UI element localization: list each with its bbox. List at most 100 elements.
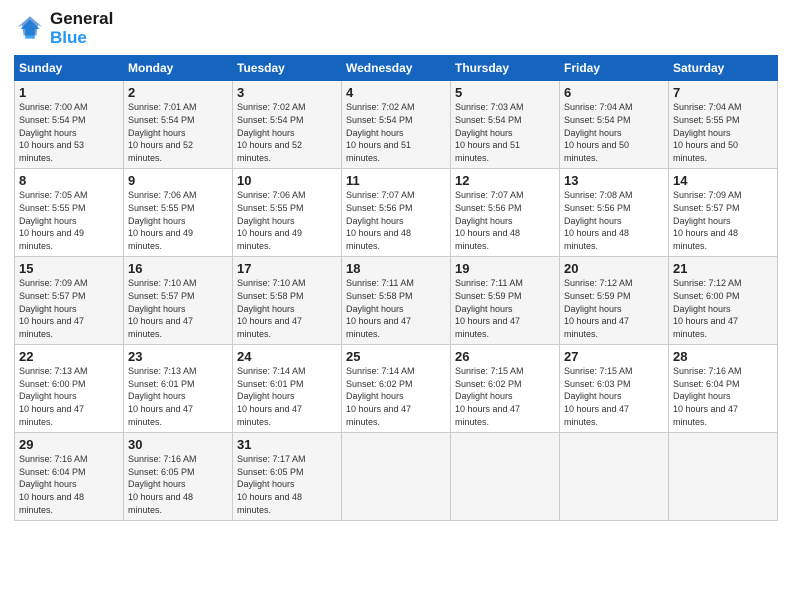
- logo-text: General Blue: [50, 10, 113, 47]
- calendar-empty: [560, 433, 669, 521]
- day-number: 25: [346, 349, 446, 364]
- day-number: 23: [128, 349, 228, 364]
- day-info: Sunrise: 7:11 AMSunset: 5:58 PMDaylight …: [346, 277, 446, 340]
- day-info: Sunrise: 7:15 AMSunset: 6:03 PMDaylight …: [564, 365, 664, 428]
- day-number: 29: [19, 437, 119, 452]
- day-number: 8: [19, 173, 119, 188]
- day-info: Sunrise: 7:13 AMSunset: 6:01 PMDaylight …: [128, 365, 228, 428]
- day-info: Sunrise: 7:12 AMSunset: 6:00 PMDaylight …: [673, 277, 773, 340]
- logo-icon: [14, 13, 46, 45]
- day-number: 3: [237, 85, 337, 100]
- day-info: Sunrise: 7:10 AMSunset: 5:57 PMDaylight …: [128, 277, 228, 340]
- calendar-row: 22Sunrise: 7:13 AMSunset: 6:00 PMDayligh…: [15, 345, 778, 433]
- day-number: 12: [455, 173, 555, 188]
- day-info: Sunrise: 7:07 AMSunset: 5:56 PMDaylight …: [346, 189, 446, 252]
- calendar-day: 13Sunrise: 7:08 AMSunset: 5:56 PMDayligh…: [560, 169, 669, 257]
- calendar-empty: [342, 433, 451, 521]
- day-number: 26: [455, 349, 555, 364]
- calendar-day: 31Sunrise: 7:17 AMSunset: 6:05 PMDayligh…: [233, 433, 342, 521]
- calendar-day: 2Sunrise: 7:01 AMSunset: 5:54 PMDaylight…: [124, 81, 233, 169]
- day-number: 30: [128, 437, 228, 452]
- calendar-day: 4Sunrise: 7:02 AMSunset: 5:54 PMDaylight…: [342, 81, 451, 169]
- day-info: Sunrise: 7:01 AMSunset: 5:54 PMDaylight …: [128, 101, 228, 164]
- day-info: Sunrise: 7:09 AMSunset: 5:57 PMDaylight …: [673, 189, 773, 252]
- calendar-day: 11Sunrise: 7:07 AMSunset: 5:56 PMDayligh…: [342, 169, 451, 257]
- day-number: 22: [19, 349, 119, 364]
- day-info: Sunrise: 7:08 AMSunset: 5:56 PMDaylight …: [564, 189, 664, 252]
- calendar-day: 29Sunrise: 7:16 AMSunset: 6:04 PMDayligh…: [15, 433, 124, 521]
- day-number: 27: [564, 349, 664, 364]
- calendar-day: 17Sunrise: 7:10 AMSunset: 5:58 PMDayligh…: [233, 257, 342, 345]
- calendar-day: 20Sunrise: 7:12 AMSunset: 5:59 PMDayligh…: [560, 257, 669, 345]
- calendar-day: 27Sunrise: 7:15 AMSunset: 6:03 PMDayligh…: [560, 345, 669, 433]
- day-info: Sunrise: 7:16 AMSunset: 6:04 PMDaylight …: [19, 453, 119, 516]
- day-info: Sunrise: 7:05 AMSunset: 5:55 PMDaylight …: [19, 189, 119, 252]
- day-number: 21: [673, 261, 773, 276]
- day-info: Sunrise: 7:09 AMSunset: 5:57 PMDaylight …: [19, 277, 119, 340]
- day-info: Sunrise: 7:10 AMSunset: 5:58 PMDaylight …: [237, 277, 337, 340]
- weekday-header: Thursday: [451, 56, 560, 81]
- calendar-row: 29Sunrise: 7:16 AMSunset: 6:04 PMDayligh…: [15, 433, 778, 521]
- calendar-day: 18Sunrise: 7:11 AMSunset: 5:58 PMDayligh…: [342, 257, 451, 345]
- day-number: 14: [673, 173, 773, 188]
- calendar-empty: [451, 433, 560, 521]
- calendar-day: 8Sunrise: 7:05 AMSunset: 5:55 PMDaylight…: [15, 169, 124, 257]
- weekday-header: Friday: [560, 56, 669, 81]
- day-number: 16: [128, 261, 228, 276]
- day-number: 28: [673, 349, 773, 364]
- day-number: 13: [564, 173, 664, 188]
- calendar-header: SundayMondayTuesdayWednesdayThursdayFrid…: [15, 56, 778, 81]
- calendar-row: 8Sunrise: 7:05 AMSunset: 5:55 PMDaylight…: [15, 169, 778, 257]
- day-number: 31: [237, 437, 337, 452]
- calendar-empty: [669, 433, 778, 521]
- page-header: General Blue: [14, 10, 778, 47]
- day-number: 6: [564, 85, 664, 100]
- calendar-day: 21Sunrise: 7:12 AMSunset: 6:00 PMDayligh…: [669, 257, 778, 345]
- day-info: Sunrise: 7:15 AMSunset: 6:02 PMDaylight …: [455, 365, 555, 428]
- calendar-day: 23Sunrise: 7:13 AMSunset: 6:01 PMDayligh…: [124, 345, 233, 433]
- calendar-day: 9Sunrise: 7:06 AMSunset: 5:55 PMDaylight…: [124, 169, 233, 257]
- day-info: Sunrise: 7:06 AMSunset: 5:55 PMDaylight …: [128, 189, 228, 252]
- day-info: Sunrise: 7:07 AMSunset: 5:56 PMDaylight …: [455, 189, 555, 252]
- day-info: Sunrise: 7:14 AMSunset: 6:01 PMDaylight …: [237, 365, 337, 428]
- day-info: Sunrise: 7:16 AMSunset: 6:04 PMDaylight …: [673, 365, 773, 428]
- day-info: Sunrise: 7:17 AMSunset: 6:05 PMDaylight …: [237, 453, 337, 516]
- calendar-day: 10Sunrise: 7:06 AMSunset: 5:55 PMDayligh…: [233, 169, 342, 257]
- calendar-day: 1Sunrise: 7:00 AMSunset: 5:54 PMDaylight…: [15, 81, 124, 169]
- calendar-day: 24Sunrise: 7:14 AMSunset: 6:01 PMDayligh…: [233, 345, 342, 433]
- day-number: 24: [237, 349, 337, 364]
- calendar-day: 28Sunrise: 7:16 AMSunset: 6:04 PMDayligh…: [669, 345, 778, 433]
- calendar-day: 5Sunrise: 7:03 AMSunset: 5:54 PMDaylight…: [451, 81, 560, 169]
- calendar-table: SundayMondayTuesdayWednesdayThursdayFrid…: [14, 55, 778, 521]
- calendar-day: 12Sunrise: 7:07 AMSunset: 5:56 PMDayligh…: [451, 169, 560, 257]
- day-info: Sunrise: 7:02 AMSunset: 5:54 PMDaylight …: [346, 101, 446, 164]
- day-info: Sunrise: 7:14 AMSunset: 6:02 PMDaylight …: [346, 365, 446, 428]
- day-info: Sunrise: 7:13 AMSunset: 6:00 PMDaylight …: [19, 365, 119, 428]
- calendar-day: 3Sunrise: 7:02 AMSunset: 5:54 PMDaylight…: [233, 81, 342, 169]
- day-number: 1: [19, 85, 119, 100]
- day-info: Sunrise: 7:11 AMSunset: 5:59 PMDaylight …: [455, 277, 555, 340]
- day-number: 20: [564, 261, 664, 276]
- weekday-header: Saturday: [669, 56, 778, 81]
- day-number: 10: [237, 173, 337, 188]
- calendar-row: 1Sunrise: 7:00 AMSunset: 5:54 PMDaylight…: [15, 81, 778, 169]
- calendar-day: 19Sunrise: 7:11 AMSunset: 5:59 PMDayligh…: [451, 257, 560, 345]
- calendar-day: 22Sunrise: 7:13 AMSunset: 6:00 PMDayligh…: [15, 345, 124, 433]
- day-number: 9: [128, 173, 228, 188]
- day-number: 18: [346, 261, 446, 276]
- logo: General Blue: [14, 10, 113, 47]
- day-info: Sunrise: 7:04 AMSunset: 5:54 PMDaylight …: [564, 101, 664, 164]
- day-info: Sunrise: 7:04 AMSunset: 5:55 PMDaylight …: [673, 101, 773, 164]
- calendar-day: 15Sunrise: 7:09 AMSunset: 5:57 PMDayligh…: [15, 257, 124, 345]
- day-number: 7: [673, 85, 773, 100]
- day-number: 11: [346, 173, 446, 188]
- calendar-day: 6Sunrise: 7:04 AMSunset: 5:54 PMDaylight…: [560, 81, 669, 169]
- page-container: General Blue SundayMondayTuesdayWednesda…: [0, 0, 792, 531]
- calendar-day: 14Sunrise: 7:09 AMSunset: 5:57 PMDayligh…: [669, 169, 778, 257]
- day-info: Sunrise: 7:03 AMSunset: 5:54 PMDaylight …: [455, 101, 555, 164]
- weekday-header: Sunday: [15, 56, 124, 81]
- day-info: Sunrise: 7:02 AMSunset: 5:54 PMDaylight …: [237, 101, 337, 164]
- day-number: 17: [237, 261, 337, 276]
- day-info: Sunrise: 7:16 AMSunset: 6:05 PMDaylight …: [128, 453, 228, 516]
- day-info: Sunrise: 7:12 AMSunset: 5:59 PMDaylight …: [564, 277, 664, 340]
